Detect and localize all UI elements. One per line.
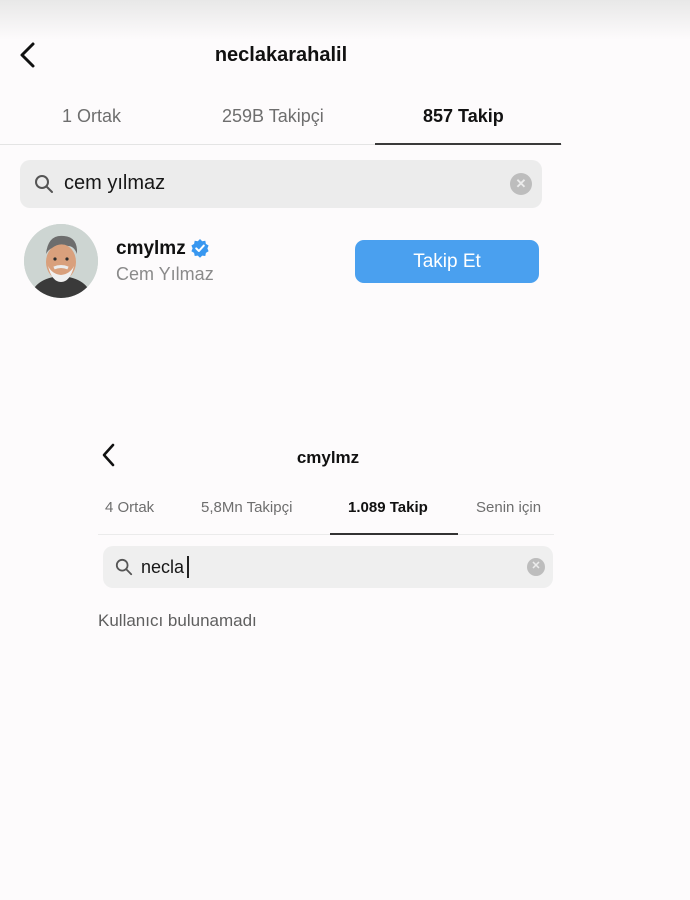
active-tab-indicator [330, 533, 458, 535]
search-query: necla [141, 557, 185, 577]
tab-mutual[interactable]: 1 Ortak [62, 106, 121, 127]
clear-icon[interactable]: ✕ [527, 558, 545, 576]
page-title: cmylmz [296, 448, 360, 467]
search-query: cem yılmaz [64, 172, 166, 194]
search-icon [35, 175, 53, 193]
verified-badge-icon [191, 239, 209, 258]
tab-for-you[interactable]: Senin için [476, 499, 541, 516]
search-input[interactable]: cem yılmaz ✕ [20, 160, 542, 208]
clear-icon[interactable]: ✕ [510, 173, 532, 195]
avatar-illustration [24, 224, 98, 298]
tab-followers[interactable]: 259B Takipçi [222, 106, 324, 127]
avatar[interactable] [24, 224, 98, 298]
page-title: neclakarahalil [214, 44, 348, 66]
result-username[interactable]: cmylmz [116, 238, 186, 260]
empty-state-message: Kullanıcı bulunamadı [98, 611, 257, 630]
tab-bar: 1 Ortak 259B Takipçi 857 Takip [0, 96, 562, 145]
search-input[interactable]: necla ✕ [103, 546, 553, 588]
text-cursor [187, 556, 189, 578]
tab-following[interactable]: 1.089 Takip [348, 499, 428, 516]
result-full-name: Cem Yılmaz [116, 264, 214, 284]
tab-bar: 4 Ortak 5,8Mn Takipçi 1.089 Takip Senin … [98, 494, 554, 535]
active-tab-indicator [375, 143, 561, 145]
following-screen-neclakarahalil: neclakarahalil 1 Ortak 259B Takipçi 857 … [0, 0, 575, 390]
tab-following[interactable]: 857 Takip [423, 106, 504, 127]
follow-button[interactable]: Takip Et [355, 240, 539, 283]
search-icon [115, 558, 133, 576]
tab-followers[interactable]: 5,8Mn Takipçi [201, 499, 292, 516]
tab-mutual[interactable]: 4 Ortak [105, 499, 154, 516]
search-query-wrapper: necla [141, 556, 189, 578]
